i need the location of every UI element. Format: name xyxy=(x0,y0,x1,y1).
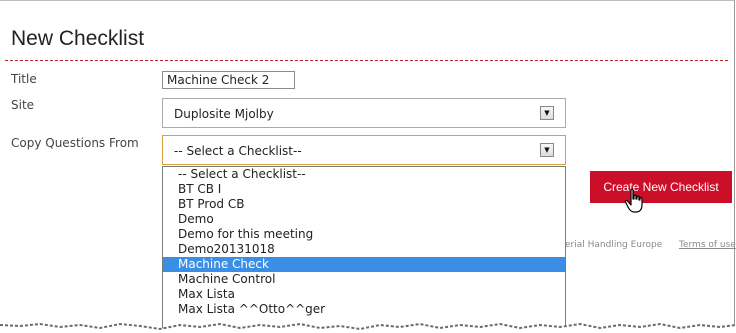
copy-questions-select[interactable]: -- Select a Checklist-- ▼ xyxy=(162,135,566,165)
site-select[interactable]: Duplosite Mjolby ▼ xyxy=(162,98,566,128)
dropdown-option[interactable]: Demo xyxy=(163,212,565,227)
page-title: New Checklist xyxy=(11,27,145,50)
dropdown-option[interactable]: -- Select a Checklist-- xyxy=(163,167,565,182)
footer-company-text: erial Handling Europe xyxy=(565,240,663,250)
chevron-down-icon[interactable]: ▼ xyxy=(540,106,554,120)
chevron-down-icon[interactable]: ▼ xyxy=(540,143,554,157)
dropdown-option[interactable]: BT CB I xyxy=(163,182,565,197)
copy-questions-label: Copy Questions From xyxy=(11,136,139,150)
title-label: Title xyxy=(11,72,37,86)
dropdown-option[interactable]: Demo for this meeting xyxy=(163,227,565,242)
site-select-value: Duplosite Mjolby xyxy=(174,107,274,121)
torn-edge xyxy=(0,322,736,333)
title-input[interactable]: Machine Check 2 xyxy=(162,71,295,89)
dropdown-option[interactable]: Demo20131018 xyxy=(163,242,565,257)
create-new-checklist-button[interactable]: Create New Checklist xyxy=(590,171,732,203)
dropdown-option[interactable]: Machine Control xyxy=(163,272,565,287)
dropdown-option[interactable]: BT Prod CB xyxy=(163,197,565,212)
dropdown-option-highlighted[interactable]: Machine Check xyxy=(163,257,565,272)
dropdown-option[interactable]: Max Lista xyxy=(163,287,565,302)
hand-pointer-icon xyxy=(624,188,643,213)
title-divider xyxy=(5,60,728,61)
checklist-dropdown-list: -- Select a Checklist-- BT CB I BT Prod … xyxy=(162,166,566,333)
terms-of-use-link[interactable]: Terms of use xyxy=(679,240,736,250)
copy-questions-select-value: -- Select a Checklist-- xyxy=(174,144,302,158)
dropdown-option[interactable]: Max Lista ^^Otto^^ger xyxy=(163,302,565,317)
site-label: Site xyxy=(11,98,35,112)
